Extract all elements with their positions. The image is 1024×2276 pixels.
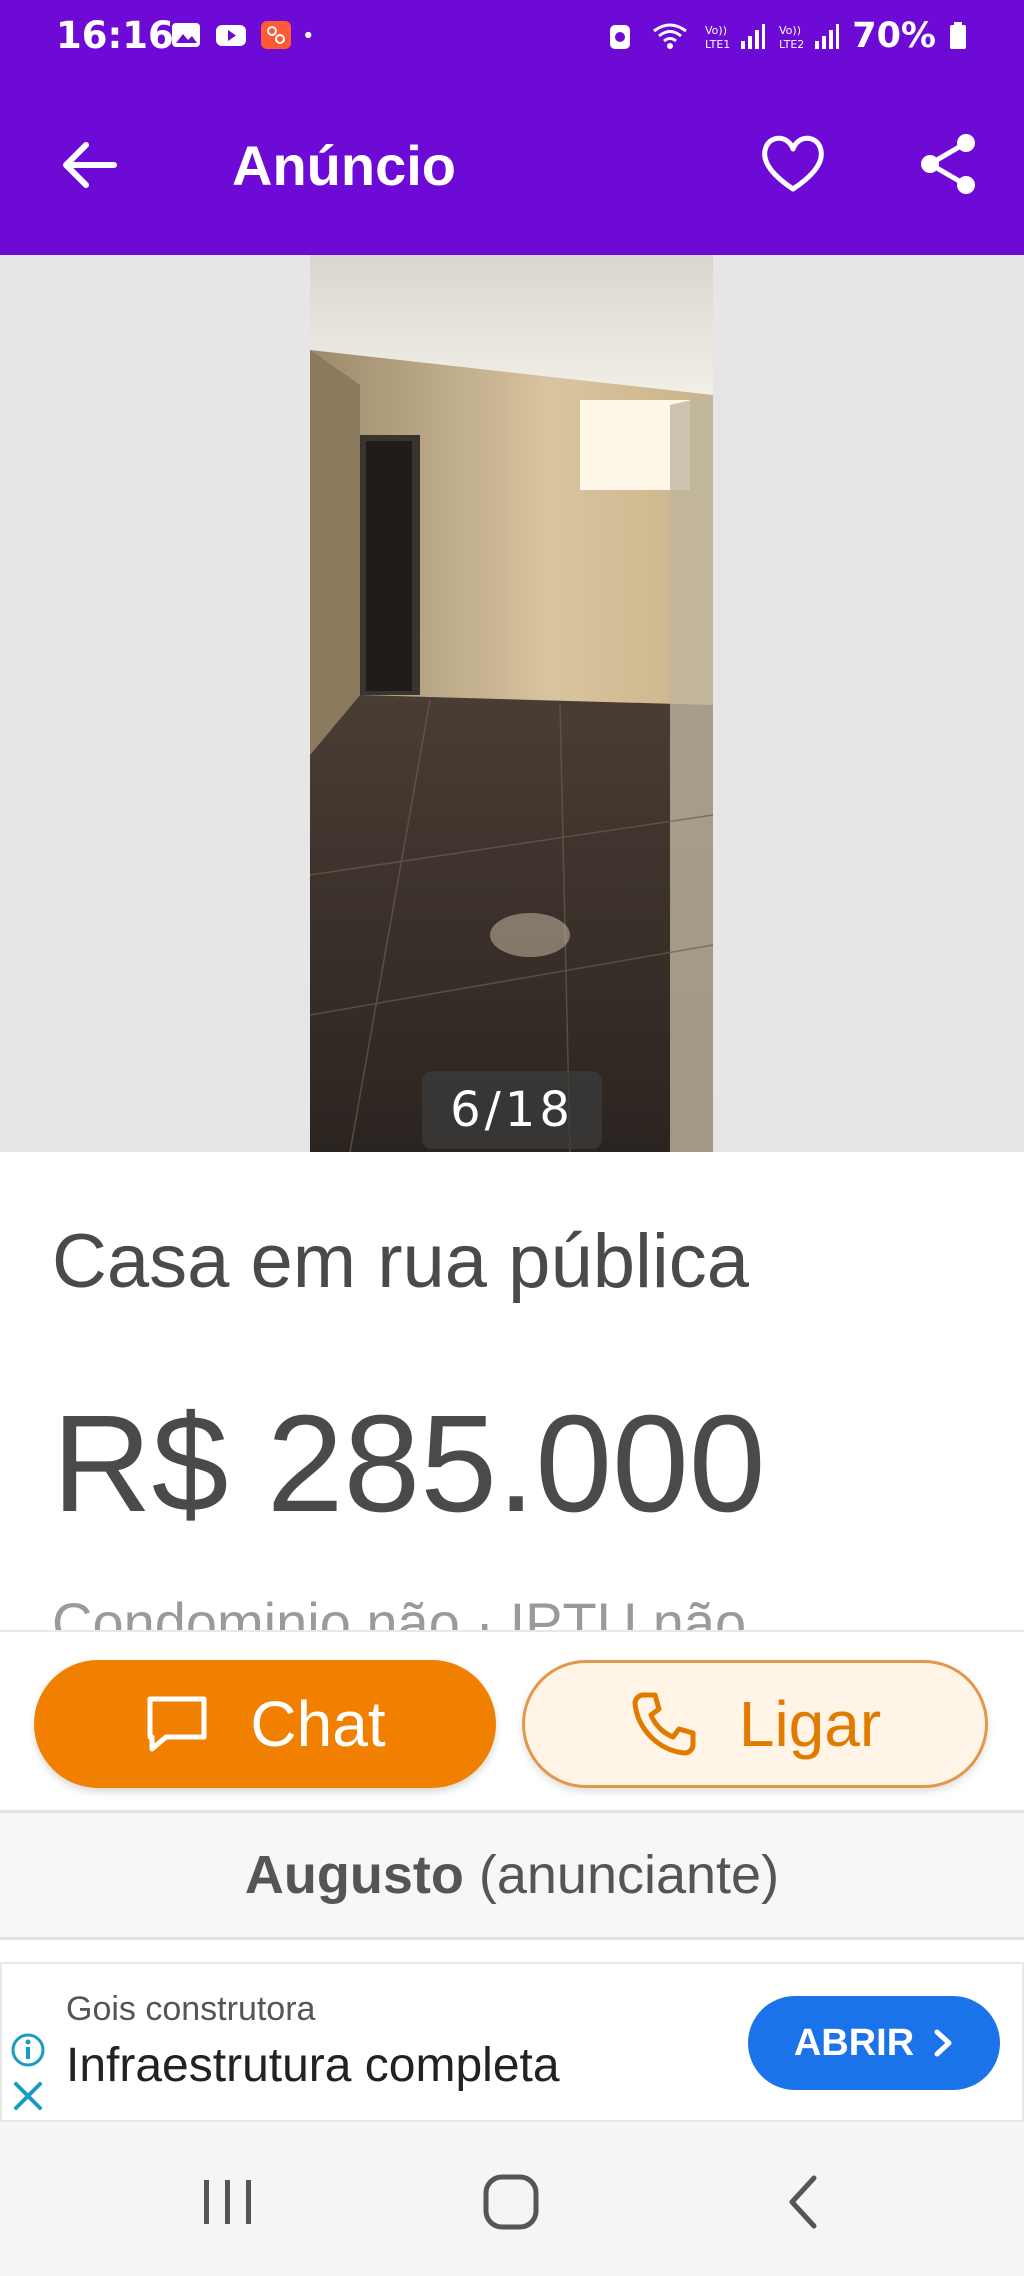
alarm-icon bbox=[610, 25, 631, 49]
photo-gallery[interactable] bbox=[0, 255, 1024, 1152]
svg-text:Vo)): Vo)) bbox=[705, 24, 727, 37]
back-arrow-icon[interactable] bbox=[58, 133, 122, 197]
contact-action-bar: Chat Ligar bbox=[0, 1630, 1024, 1810]
back-icon[interactable] bbox=[770, 2172, 834, 2232]
seller-role: (anunciante) bbox=[478, 1845, 780, 1905]
battery-icon bbox=[950, 22, 966, 49]
call-button[interactable]: Ligar bbox=[522, 1660, 988, 1788]
photo-counter: 6/18 bbox=[422, 1071, 602, 1149]
svg-text:Vo)): Vo)) bbox=[779, 24, 801, 37]
dot-icon bbox=[305, 31, 312, 39]
svg-text:LTE2: LTE2 bbox=[779, 38, 804, 51]
app-top-bar: 16:16 Vo)) LTE1 Vo)) LTE2 70% Anúncio bbox=[0, 0, 1024, 255]
favorite-heart-icon[interactable] bbox=[758, 129, 828, 199]
ad-close-icon[interactable] bbox=[10, 2078, 46, 2114]
chevron-right-icon bbox=[934, 2029, 952, 2057]
seller-info[interactable]: Augusto (anunciante) bbox=[0, 1810, 1024, 1940]
signal-sim1-icon: Vo))LTE1 bbox=[705, 24, 766, 51]
ad-banner[interactable]: Gois construtora Infraestrutura completa… bbox=[0, 1962, 1024, 2122]
seller-name: Augusto bbox=[244, 1845, 464, 1905]
ad-headline: Infraestrutura completa bbox=[66, 2039, 560, 2092]
chat-button-label: Chat bbox=[250, 1688, 386, 1760]
svg-text:LTE1: LTE1 bbox=[705, 38, 730, 51]
gallery-icon bbox=[172, 23, 200, 47]
system-nav-bar bbox=[0, 2122, 1024, 2276]
ad-open-button[interactable]: ABRIR bbox=[748, 1996, 1000, 2090]
ad-info-icon[interactable] bbox=[10, 2032, 46, 2068]
battery-level: 70% bbox=[852, 16, 936, 56]
youtube-icon bbox=[216, 25, 246, 46]
phone-icon bbox=[632, 1692, 696, 1756]
wifi-icon bbox=[653, 23, 688, 49]
share-icon[interactable] bbox=[914, 129, 984, 199]
chat-bubble-icon bbox=[147, 1696, 207, 1752]
call-button-label: Ligar bbox=[738, 1688, 882, 1760]
status-time: 16:16 bbox=[56, 14, 174, 57]
ad-advertiser: Gois construtora bbox=[66, 1990, 316, 2028]
listing-price: R$ 285.000 bbox=[52, 1387, 766, 1541]
app-header: Anúncio bbox=[0, 95, 1024, 235]
ad-open-label: ABRIR bbox=[793, 2021, 915, 2064]
status-notification-icons bbox=[170, 20, 322, 50]
recent-apps-icon[interactable] bbox=[196, 2172, 260, 2232]
page-title: Anúncio bbox=[232, 134, 456, 197]
chat-button[interactable]: Chat bbox=[34, 1660, 496, 1788]
listing-title: Casa em rua pública bbox=[52, 1219, 750, 1304]
signal-sim2-icon: Vo))LTE2 bbox=[779, 24, 840, 51]
home-icon[interactable] bbox=[480, 2172, 544, 2232]
status-system-icons: Vo)) LTE1 Vo)) LTE2 70% bbox=[604, 16, 968, 56]
status-bar: 16:16 Vo)) LTE1 Vo)) LTE2 70% bbox=[0, 0, 1024, 75]
app-notification-icon bbox=[261, 21, 291, 49]
listing-photo[interactable] bbox=[310, 255, 713, 1152]
listing-fees: Condominio não · IPTU não bbox=[52, 1591, 747, 1630]
